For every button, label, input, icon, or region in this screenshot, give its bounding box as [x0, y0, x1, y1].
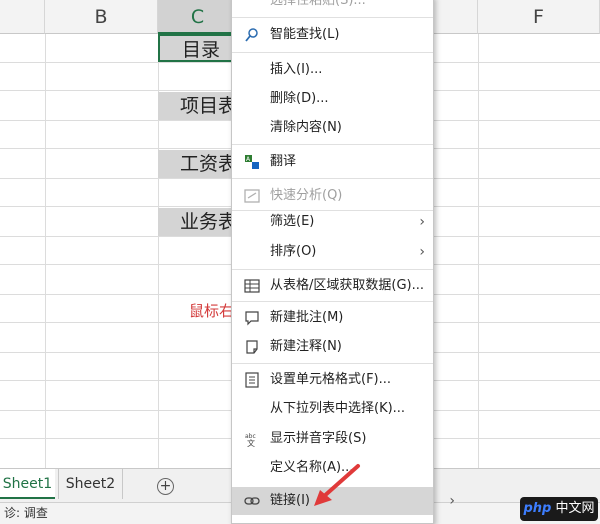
column-header-e[interactable]: [434, 0, 478, 34]
format-cells-icon: [244, 372, 260, 388]
menu-item-label: 从表格/区域获取数据(G)...: [270, 278, 424, 293]
menu-item-label: 插入(I)...: [270, 62, 323, 77]
sheet-tab-sheet1[interactable]: Sheet1: [0, 469, 55, 499]
menu-item-label: 筛选(E): [270, 214, 315, 229]
menu-item-label: 从下拉列表中选择(K)...: [270, 401, 406, 416]
cell-c-catalog[interactable]: 目录: [158, 34, 238, 62]
menu-separator: [232, 301, 433, 302]
new-comment-icon: [244, 310, 260, 326]
watermark-site: 中文网: [555, 501, 595, 516]
menu-separator: [232, 144, 433, 145]
quick-analysis-icon: [244, 188, 260, 204]
menu-item-label: 删除(D)...: [270, 91, 329, 106]
chevron-right-icon: ›: [449, 493, 455, 509]
menu-item-label: 设置单元格格式(F)...: [270, 372, 392, 387]
link-icon: [244, 493, 260, 509]
table-icon: [244, 278, 260, 294]
menu-item-label: 新建注释(N): [270, 339, 342, 354]
sheet-tab-sheet2[interactable]: Sheet2: [58, 469, 123, 499]
menu-item-label: 选择性粘贴(S)...: [270, 0, 366, 8]
status-text: 诊: 调查: [4, 506, 48, 520]
menu-item-label: 快速分析(Q): [270, 188, 343, 203]
menu-item-smart-lookup[interactable]: 智能查找(L): [232, 21, 433, 49]
menu-item-clear-contents[interactable]: 清除内容(N): [232, 114, 433, 142]
column-header-c[interactable]: C: [158, 0, 238, 34]
red-arrow-icon: [314, 464, 360, 506]
menu-item-pick-from-dropdown[interactable]: 从下拉列表中选择(K)...: [232, 395, 433, 423]
menu-item-delete[interactable]: 删除(D)...: [232, 85, 433, 113]
add-sheet-icon[interactable]: +: [157, 478, 174, 495]
menu-item-label: 清除内容(N): [270, 120, 342, 135]
menu-item-new-comment[interactable]: 新建批注(M): [232, 304, 433, 332]
column-gridline: [478, 34, 479, 468]
menu-item-format-cells[interactable]: 设置单元格格式(F)...: [232, 366, 433, 394]
translate-icon: A: [244, 154, 260, 170]
cell-c-business-sheet[interactable]: 业务表: [158, 208, 238, 236]
menu-separator: [232, 269, 433, 270]
menu-item-label: 翻译: [270, 154, 297, 169]
smart-lookup-icon: [244, 27, 260, 43]
menu-separator: [232, 178, 433, 179]
menu-item-label: 显示拼音字段(S): [270, 431, 367, 446]
column-header-f[interactable]: F: [478, 0, 600, 34]
svg-text:文: 文: [247, 438, 255, 447]
menu-separator: [232, 17, 433, 18]
menu-item-label: 新建批注(M): [270, 310, 344, 325]
menu-item-translate[interactable]: A 翻译: [232, 148, 433, 176]
column-header-a[interactable]: [0, 0, 45, 34]
cell-c-salary-sheet[interactable]: 工资表: [158, 150, 238, 178]
menu-item-show-phonetic[interactable]: abc 文 显示拼音字段(S): [232, 425, 433, 453]
menu-item-get-data-from-table[interactable]: 从表格/区域获取数据(G)...: [232, 272, 433, 300]
context-menu: 选择性粘贴(S)... 智能查找(L) 插入(I)... 删除(D)... 清除…: [231, 0, 455, 524]
menu-item-label: 排序(O): [270, 244, 317, 259]
column-header-b[interactable]: B: [45, 0, 158, 34]
watermark-logo: php 中文网: [520, 497, 598, 521]
chevron-right-icon: ›: [419, 214, 425, 230]
watermark-brand: php: [523, 501, 552, 516]
menu-item-insert[interactable]: 插入(I)...: [232, 56, 433, 84]
menu-item-paste-special[interactable]: 选择性粘贴(S)...: [232, 0, 433, 15]
menu-separator: [232, 363, 433, 364]
column-gridline: [45, 34, 46, 468]
menu-item-filter[interactable]: 筛选(E) ›: [232, 208, 433, 236]
menu-item-sort[interactable]: 排序(O) ›: [232, 238, 433, 266]
phonetic-icon: abc 文: [244, 431, 260, 448]
cell-c-project-sheet[interactable]: 项目表: [158, 92, 238, 120]
chevron-right-icon: ›: [419, 244, 425, 260]
menu-item-new-note[interactable]: 新建注释(N): [232, 333, 433, 361]
new-note-icon: [244, 339, 260, 355]
menu-separator: [232, 52, 433, 53]
menu-item-quick-analysis[interactable]: 快速分析(Q): [232, 182, 433, 210]
menu-item-label: 智能查找(L): [270, 27, 340, 42]
